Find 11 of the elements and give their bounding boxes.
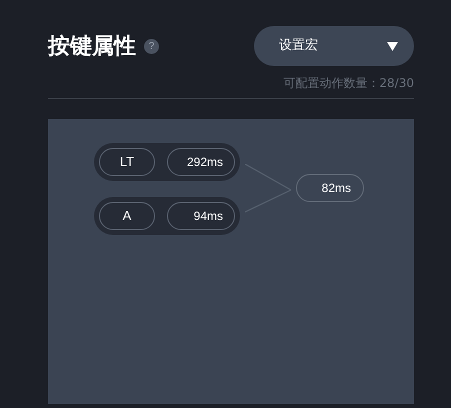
duration-pill[interactable]: 292ms — [167, 148, 235, 176]
macro-step[interactable]: LT 292ms — [94, 143, 240, 181]
action-count: 可配置动作数量：28/30 — [283, 75, 414, 92]
mode-dropdown[interactable]: 设置宏 — [254, 26, 414, 66]
key-pill[interactable]: A — [99, 202, 155, 230]
caret-icon — [387, 42, 398, 50]
key-pill[interactable]: LT — [99, 148, 155, 176]
panel-title: 按键属性 — [48, 32, 136, 60]
delay-pill[interactable]: 82ms — [296, 174, 364, 202]
duration-pill[interactable]: 94ms — [167, 202, 235, 230]
macro-step[interactable]: A 94ms — [94, 197, 240, 235]
